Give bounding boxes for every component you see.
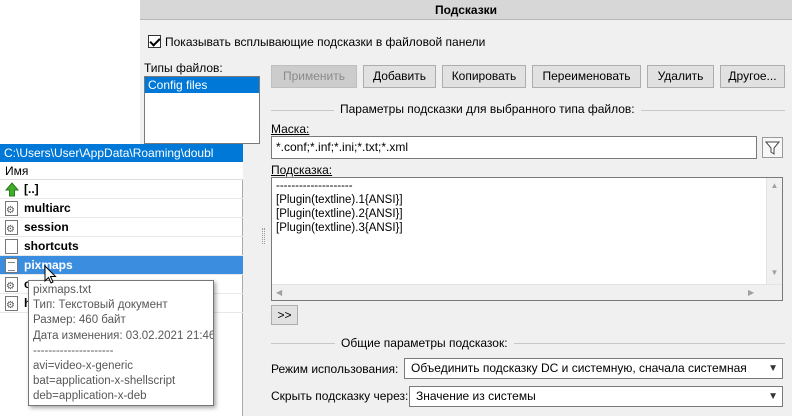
show-hints-checkbox[interactable]: Показывать всплывающие подсказки в файло… <box>148 35 485 49</box>
file-types-list[interactable]: Config files <box>144 76 260 144</box>
hint-line: -------------------- <box>276 180 353 192</box>
hint-line: [Plugin(textline).1{ANSI}] <box>276 194 403 206</box>
hint-line: [Plugin(textline).3{ANSI}] <box>276 222 403 234</box>
tooltip-line: --------------------- <box>33 344 114 357</box>
mask-filter-button[interactable] <box>762 137 783 158</box>
file-name: multiarc <box>24 201 71 215</box>
up-arrow-icon <box>5 182 19 197</box>
file-row-pixmaps[interactable]: pixmaps <box>0 256 243 275</box>
window-title: Подсказки <box>140 0 792 20</box>
file-type-item-config[interactable]: Config files <box>145 77 259 93</box>
file-name: session <box>24 220 69 234</box>
hide-after-label: Скрыть подсказку через: <box>271 389 409 403</box>
tooltip-line: pixmaps.txt <box>33 284 92 296</box>
file-row-shortcuts[interactable]: shortcuts <box>0 237 243 256</box>
mask-label: Маска: <box>271 122 310 136</box>
hint-horizontal-scrollbar[interactable]: ◀ ▶ <box>272 284 782 300</box>
file-hint-tooltip: pixmaps.txt Тип: Текстовый документ Разм… <box>28 280 214 406</box>
mask-input[interactable]: *.conf;*.inf;*.ini;*.txt;*.xml <box>271 136 757 159</box>
text-file-icon <box>5 239 18 254</box>
chevron-down-icon: ▼ <box>768 391 778 402</box>
funnel-icon <box>764 141 781 155</box>
tooltip-line: Дата изменения: 03.02.2021 21:46 <box>33 329 214 342</box>
usage-mode-value: Объединить подсказку DC и системную, сна… <box>411 361 747 375</box>
delete-button[interactable]: Удалить <box>647 65 714 88</box>
file-types-label: Типы файлов: <box>144 61 223 75</box>
usage-mode-select[interactable]: Объединить подсказку DC и системную, сна… <box>404 358 783 379</box>
apply-button[interactable]: Применить <box>271 65 357 88</box>
rename-button[interactable]: Переименовать <box>532 65 641 88</box>
checkbox-check-icon[interactable] <box>148 35 161 48</box>
tooltip-line: avi=video-x-generic <box>33 360 134 373</box>
hint-vertical-scrollbar[interactable]: ▲ ▼ <box>766 178 782 284</box>
general-group-title: Общие параметры подсказок: <box>335 336 514 350</box>
usage-mode-label: Режим использования: <box>271 362 399 376</box>
copy-button[interactable]: Копировать <box>442 65 526 88</box>
params-group-title: Параметры подсказки для выбранного типа … <box>334 102 641 116</box>
config-file-icon <box>5 277 18 296</box>
file-name: shortcuts <box>24 239 79 253</box>
hint-textarea[interactable]: -------------------- [Plugin(textline).1… <box>271 177 783 301</box>
config-file-icon <box>5 220 18 239</box>
splitter-grip[interactable] <box>262 228 265 244</box>
hint-line: [Plugin(textline).2{ANSI}] <box>276 208 403 220</box>
hide-after-select[interactable]: Значение из системы ▼ <box>409 386 783 407</box>
chevron-down-icon: ▼ <box>768 363 778 374</box>
panel-path-bar[interactable]: C:\Users\User\AppData\Roaming\doubl <box>0 144 243 162</box>
scroll-right-icon[interactable]: ▶ <box>748 288 754 297</box>
mouse-cursor-icon <box>44 265 57 284</box>
file-name: [..] <box>24 182 39 196</box>
insert-macro-button[interactable]: >> <box>271 305 298 325</box>
config-file-icon <box>5 201 18 220</box>
tooltip-line: deb=application-x-deb <box>33 390 147 403</box>
scroll-up-icon[interactable]: ▲ <box>767 181 782 190</box>
hide-after-value: Значение из системы <box>416 389 536 403</box>
other-button[interactable]: Другое... <box>720 65 785 88</box>
hint-label: Подсказка: <box>271 163 333 177</box>
column-header-name[interactable]: Имя <box>0 162 243 180</box>
file-row-parent[interactable]: [..] <box>0 180 243 199</box>
tooltip-line: bat=application-x-shellscript <box>33 375 176 388</box>
scroll-left-icon[interactable]: ◀ <box>276 288 282 297</box>
file-row-session[interactable]: session <box>0 218 243 239</box>
show-hints-label: Показывать всплывающие подсказки в файло… <box>165 35 486 49</box>
tooltip-line: Размер: 460 байт <box>33 314 126 327</box>
add-button[interactable]: Добавить <box>363 65 436 88</box>
file-row-multiarc[interactable]: multiarc <box>0 199 243 220</box>
text-file-icon <box>5 258 18 273</box>
scroll-down-icon[interactable]: ▼ <box>767 268 782 277</box>
tooltip-line: Тип: Текстовый документ <box>33 299 168 312</box>
config-file-icon <box>5 296 18 315</box>
